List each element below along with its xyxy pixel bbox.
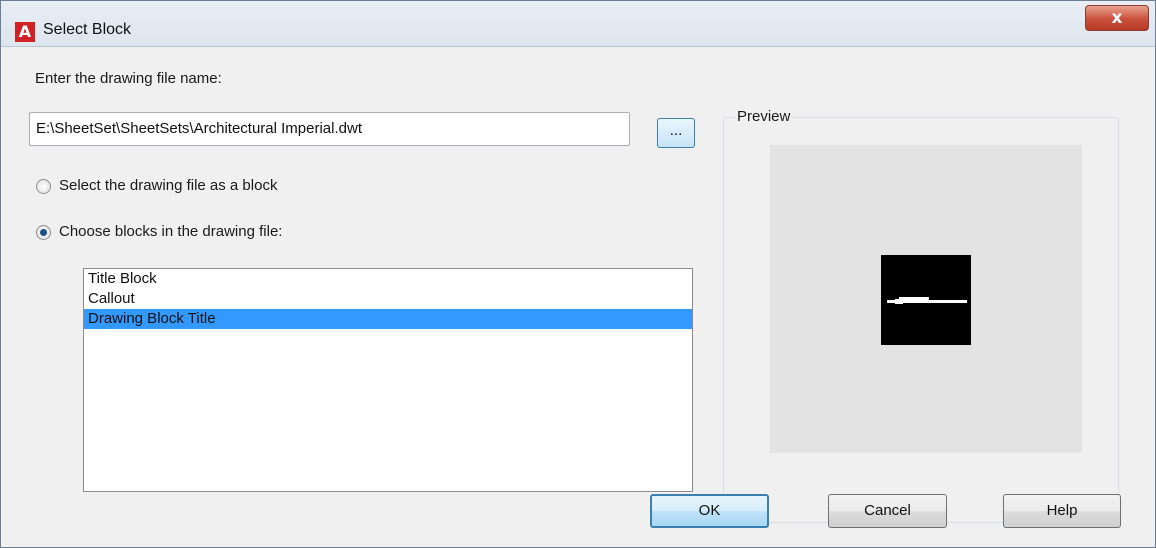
help-button[interactable]: Help — [1003, 494, 1121, 528]
choose-blocks-radio[interactable] — [36, 225, 51, 240]
ok-button[interactable]: OK — [650, 494, 769, 528]
list-item-title-block[interactable]: Title Block — [84, 269, 692, 289]
file-name-label: Enter the drawing file name: — [35, 70, 222, 87]
list-item-drawing-block-title[interactable]: Drawing Block Title — [84, 309, 692, 329]
dialog-body: Enter the drawing file name: E:\SheetSet… — [1, 48, 1155, 548]
list-item-callout[interactable]: Callout — [84, 289, 692, 309]
cancel-button[interactable]: Cancel — [828, 494, 947, 528]
preview-canvas — [770, 145, 1082, 453]
dialog-title: Select Block — [43, 21, 132, 38]
browse-button[interactable]: ... — [657, 118, 695, 148]
select-block-dialog: A Select Block x Enter the drawing file … — [0, 0, 1156, 548]
file-path-input[interactable]: E:\SheetSet\SheetSets\Architectural Impe… — [29, 112, 630, 146]
autocad-logo-icon: A — [15, 22, 35, 42]
block-preview-graphic — [887, 297, 967, 304]
block-preview-thumbnail — [881, 255, 971, 345]
select-as-block-radio[interactable] — [36, 179, 51, 194]
select-as-block-label[interactable]: Select the drawing file as a block — [59, 177, 277, 194]
preview-label: Preview — [735, 108, 793, 125]
choose-blocks-label[interactable]: Choose blocks in the drawing file: — [59, 223, 282, 240]
close-button[interactable]: x — [1085, 5, 1149, 31]
title-bar[interactable]: A Select Block x — [1, 1, 1155, 47]
blocks-listbox[interactable]: Title Block Callout Drawing Block Title — [83, 268, 693, 492]
